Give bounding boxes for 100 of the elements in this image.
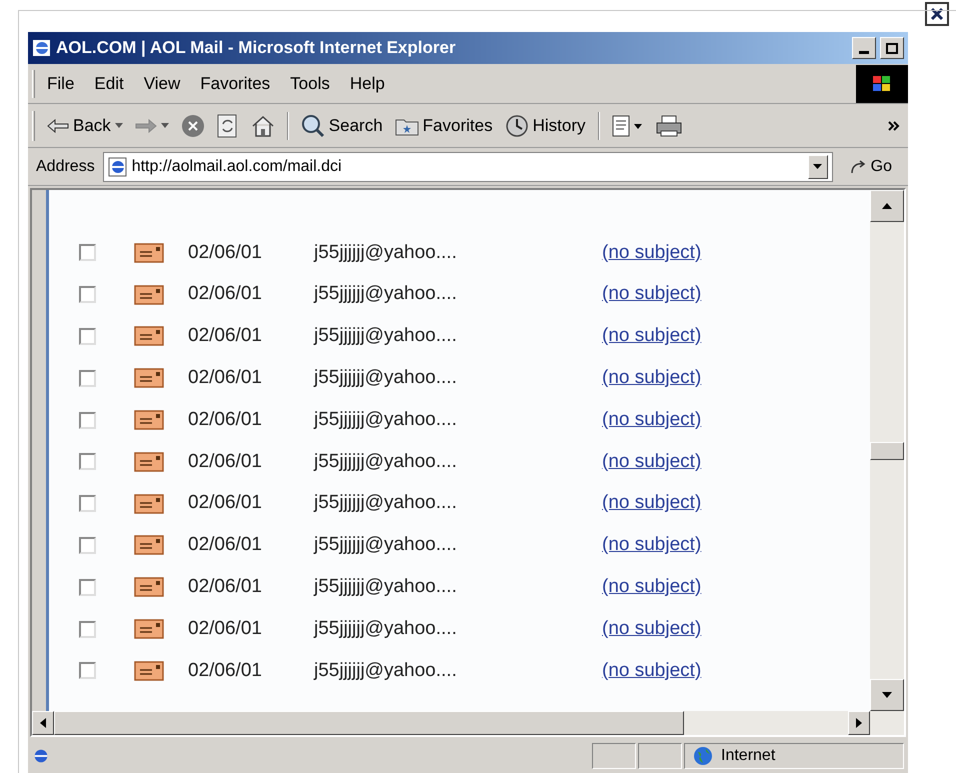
printer-icon [656,114,682,136]
sender-cell-text: j55jjjjjj@yahoo.... [314,366,458,390]
date-cell-text: 02/06/01 [188,450,263,474]
subject-link[interactable]: (no subject) [602,656,702,686]
checkbox[interactable] [79,370,96,387]
sender-cell-text: j55jjjjjj@yahoo.... [314,575,458,600]
scroll-thumb[interactable] [870,442,904,460]
search-button[interactable]: Search [300,112,383,138]
home-button[interactable] [250,114,275,136]
envelope-icon [134,452,164,472]
checkbox[interactable] [79,662,96,680]
chevron-icon[interactable] [888,120,900,130]
back-arrow-icon [47,118,69,132]
history-button[interactable]: History [504,112,586,138]
envelope-icon [134,284,164,305]
dropdown-button[interactable] [808,154,828,178]
down-arrow-icon [882,692,892,698]
date-cell-text: 02/06/01 [188,366,263,390]
subject-link[interactable]: (no subject) [602,531,702,560]
date-cell-text: 02/06/01 [188,533,263,558]
subject-link[interactable]: (no subject) [602,280,702,309]
sender-cell-text: j55jjjjjj@yahoo.... [314,658,458,683]
menu-item[interactable]: Help [350,70,385,96]
search-icon [300,114,325,138]
print-button[interactable] [656,114,682,136]
date-cell-text: 02/06/01 [188,408,263,432]
checkbox[interactable] [79,412,96,429]
home-icon [250,114,275,136]
date-cell-text: 02/06/01 [188,240,263,265]
zone-label: Internet [721,746,776,766]
menu-item[interactable]: Edit [94,70,124,96]
scroll-left-button[interactable] [32,711,54,735]
minimize-button[interactable] [852,37,876,59]
scroll-right-button[interactable] [848,711,870,735]
date-cell-text: 02/06/01 [188,575,263,600]
sender-cell-text: j55jjjjjj@yahoo.... [314,616,458,641]
refresh-button[interactable] [216,114,239,138]
status-pane [592,743,636,769]
subject-link[interactable]: (no subject) [602,322,702,351]
envelope-icon [134,619,164,640]
subject-link[interactable]: (no subject) [602,364,702,393]
envelope-icon [134,535,164,556]
subject-link[interactable]: (no subject) [602,448,702,476]
address-field[interactable]: http://aolmail.aol.com/mail.dci [102,152,833,182]
checkbox[interactable] [79,620,96,638]
envelope-icon [134,326,164,346]
subject-link[interactable]: (no subject) [602,614,702,644]
scroll-down-button[interactable] [870,679,904,711]
refresh-icon [216,114,239,138]
checkbox[interactable] [79,578,96,596]
subject-link[interactable]: (no subject) [602,406,702,434]
subject-link[interactable]: (no subject) [602,573,702,602]
envelope-icon [134,577,164,598]
checkbox[interactable] [79,244,96,262]
envelope-icon [134,410,164,430]
sender-cell-text: j55jjjjjj@yahoo.... [314,324,458,348]
checkbox[interactable] [79,453,96,470]
maximize-button[interactable] [880,37,904,59]
scroll-thumb[interactable] [54,711,684,735]
menu-item[interactable]: View [144,70,180,96]
minimize-icon [859,51,869,54]
checkbox[interactable] [79,495,96,512]
stop-button[interactable] [180,114,205,138]
envelope-icon [134,242,164,263]
menu-item[interactable]: Tools [290,70,330,96]
envelope-icon [134,660,164,681]
vertical-scrollbar[interactable] [870,190,904,711]
checkbox[interactable] [79,286,96,304]
window-title: AOL.COM | AOL Mail - Microsoft Internet Explorer [56,37,456,60]
sender-cell-text: j55jjjjjj@yahoo.... [314,282,458,306]
checkbox[interactable] [79,328,96,345]
clock-icon [504,114,529,138]
subject-link[interactable]: (no subject) [602,238,702,268]
left-arrow-icon [40,718,46,728]
envelope-icon [134,494,164,514]
go-button[interactable]: Go [840,154,900,178]
scroll-up-button[interactable] [870,190,904,222]
sender-cell-text: j55jjjjjj@yahoo.... [314,408,458,432]
up-arrow-icon [882,203,892,209]
back-button[interactable]: Back [47,112,123,138]
globe-icon [693,746,713,766]
forward-button[interactable] [134,118,169,132]
caret-icon [160,123,169,128]
edit-button[interactable] [612,114,644,136]
address-label: Address [36,156,95,176]
menu-item[interactable]: File [47,70,74,96]
browser-icon [32,38,52,58]
arrow-icon [848,158,867,174]
date-cell-text: 02/06/01 [188,616,263,641]
close-button[interactable] [925,2,949,26]
favorites-button[interactable]: Favorites [394,112,493,138]
sender-cell-text: j55jjjjjj@yahoo.... [314,533,458,558]
maximize-icon [886,42,898,54]
sender-cell-text: j55jjjjjj@yahoo.... [314,450,458,474]
subject-link[interactable]: (no subject) [602,489,702,518]
status-pane [638,743,682,769]
date-cell-text: 02/06/01 [188,491,263,516]
menu-item[interactable]: Favorites [200,70,270,96]
checkbox[interactable] [79,536,96,554]
horizontal-scrollbar[interactable] [32,711,904,735]
